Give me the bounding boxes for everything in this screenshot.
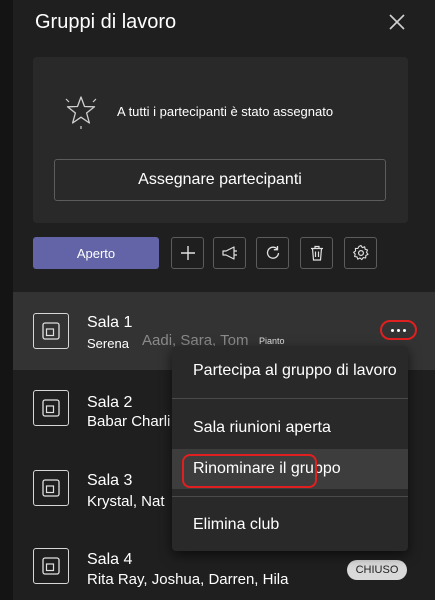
- room-icon: [33, 313, 69, 349]
- more-options-button[interactable]: [380, 320, 417, 340]
- left-edge-strip: [0, 0, 13, 600]
- more-dots-icon: [391, 328, 394, 332]
- menu-item-delete-room[interactable]: Elimina club: [172, 505, 408, 545]
- close-button[interactable]: [385, 10, 409, 34]
- breakout-rooms-panel: Gruppi di lavoro A tutti i partecipanti …: [13, 0, 435, 600]
- room-icon: [33, 470, 69, 506]
- star-icon: [65, 96, 97, 129]
- announcement-button[interactable]: [213, 237, 246, 269]
- room-icon: [33, 548, 69, 584]
- room-members: Serena: [87, 336, 129, 351]
- room-members: Babar Charli: [87, 413, 171, 430]
- menu-item-join-room[interactable]: Partecipa al gruppo di lavoro: [172, 351, 408, 391]
- panel-title: Gruppi di lavoro: [35, 11, 177, 33]
- add-room-button[interactable]: [171, 237, 204, 269]
- menu-item-open-room[interactable]: Sala riunioni aperta: [172, 408, 408, 448]
- room-members: Rita Ray, Joshua, Darren, Hila: [87, 571, 289, 588]
- close-icon: [389, 14, 405, 30]
- open-rooms-button[interactable]: Aperto: [33, 237, 159, 269]
- assignment-message: A tutti i partecipanti è stato assegnato: [117, 104, 334, 119]
- settings-icon: [352, 244, 369, 261]
- room-icon: [33, 390, 69, 426]
- plus-icon: [180, 246, 195, 260]
- room-name: Sala 3: [87, 472, 133, 489]
- room-name: Sala 1: [87, 314, 133, 331]
- assignment-card: A tutti i partecipanti è stato assegnato…: [33, 57, 408, 223]
- recreate-icon: [266, 246, 279, 259]
- assign-participants-button[interactable]: Assegnare partecipanti: [54, 159, 386, 201]
- room-name: Sala 4: [87, 551, 133, 568]
- menu-divider: [172, 398, 408, 399]
- closed-status-badge: CHIUSO: [347, 560, 407, 580]
- delete-icon: [310, 245, 323, 261]
- room-context-menu: Partecipa al gruppo di lavoro Sala riuni…: [172, 346, 408, 551]
- delete-room-button[interactable]: [300, 237, 333, 269]
- room-members: Krystal, Nat: [87, 493, 165, 510]
- room-name: Sala 2: [87, 394, 133, 411]
- recreate-rooms-button[interactable]: [256, 237, 289, 269]
- menu-item-rename-room[interactable]: Rinominare il gruppo: [172, 449, 408, 489]
- announce-icon: [221, 246, 237, 260]
- menu-divider: [172, 496, 408, 497]
- room-settings-button[interactable]: [344, 237, 377, 269]
